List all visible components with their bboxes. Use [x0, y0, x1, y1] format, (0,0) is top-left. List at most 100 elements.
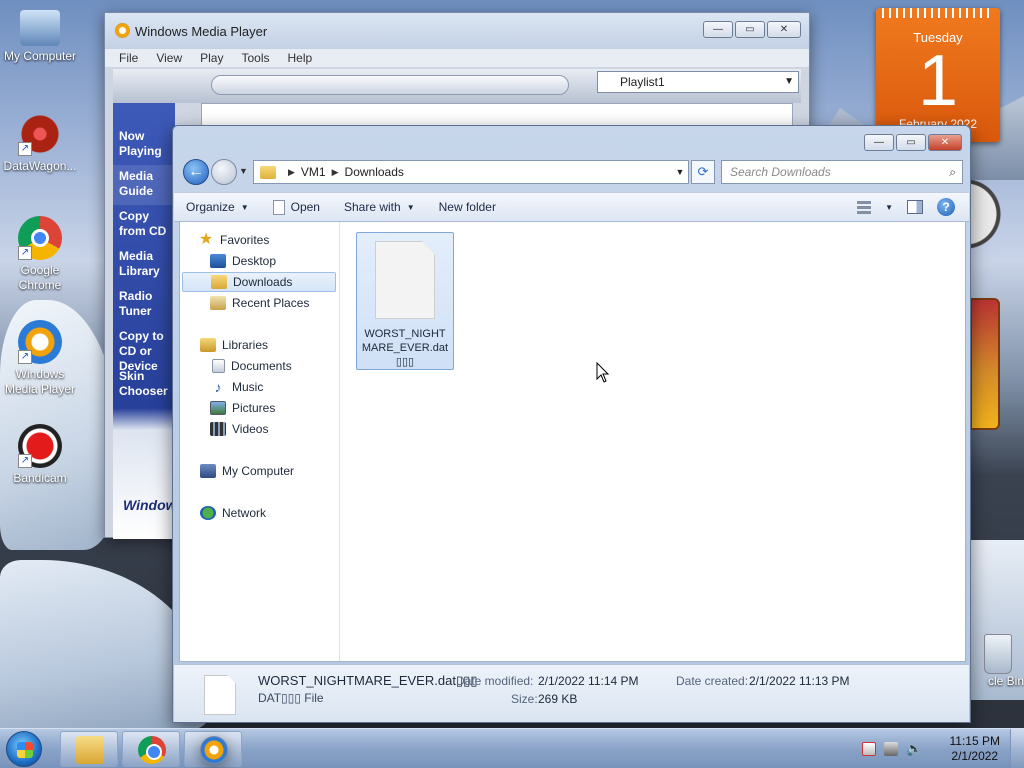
nav-label: Recent Places [232, 296, 310, 310]
change-view-icon[interactable] [857, 200, 872, 214]
desktop-icon-google-chrome[interactable]: ↗ Google Chrome [0, 216, 80, 293]
media-player-icon: ↗ [18, 320, 62, 364]
minimize-button[interactable]: — [703, 21, 733, 38]
taskbar-clock[interactable]: 11:15 PM 2/1/2022 [950, 734, 1000, 764]
recent-pages-dropdown[interactable]: ▼ [239, 166, 248, 176]
menu-tools[interactable]: Tools [241, 51, 269, 65]
nav-videos[interactable]: Videos [180, 419, 338, 439]
nav-pictures[interactable]: Pictures [180, 398, 338, 418]
explorer-window[interactable]: — ▭ ✕ ← ▼ ▶ VM1 ▶ Downloads ▼ ⟳ Search D… [172, 125, 971, 723]
nav-downloads[interactable]: Downloads [182, 272, 336, 292]
clock-gadget[interactable] [966, 170, 1006, 258]
menu-view[interactable]: View [156, 51, 182, 65]
forward-button[interactable] [211, 159, 237, 185]
wmp-titlebar[interactable]: Windows Media Player — ▭ ✕ [105, 13, 809, 49]
close-button[interactable]: ✕ [928, 134, 962, 151]
menu-file[interactable]: File [119, 51, 138, 65]
generic-file-icon [204, 675, 236, 715]
wmp-nav-radio-tuner[interactable]: Radio Tuner [113, 285, 175, 325]
nav-favorites[interactable]: ★ Favorites [198, 230, 338, 250]
maximize-button[interactable]: ▭ [896, 134, 926, 151]
generic-file-icon [375, 241, 435, 319]
nav-desktop[interactable]: Desktop [180, 251, 338, 271]
wmp-nav-media-library[interactable]: Media Library [113, 245, 175, 285]
refresh-button[interactable]: ⟳ [691, 160, 715, 184]
nav-label: Documents [231, 359, 292, 373]
videos-icon [210, 422, 226, 436]
wmp-nav-skin-chooser[interactable]: Skin Chooser [113, 365, 175, 405]
taskbar-chrome-button[interactable] [122, 731, 180, 767]
help-icon[interactable]: ? [937, 198, 955, 216]
back-button[interactable]: ← [183, 159, 209, 185]
calendar-gadget[interactable]: Tuesday 1 February 2022 [876, 8, 1000, 142]
desktop-icon-datawagon[interactable]: ↗ DataWagon... [0, 112, 80, 174]
desktop-icon-label: Bandicam [13, 471, 67, 485]
details-date-modified-label: Date modified: [456, 674, 534, 688]
chrome-icon [138, 736, 166, 764]
file-item[interactable]: WORST_NIGHTMARE_EVER.dat▯▯▯ [356, 232, 454, 370]
volume-icon[interactable]: 🔈 [906, 742, 922, 756]
close-button[interactable]: ✕ [767, 21, 801, 38]
open-button[interactable]: Open [261, 193, 332, 221]
desktop-icon-bandicam[interactable]: ↗ Bandicam [0, 424, 80, 486]
network-icon [200, 506, 216, 520]
breadcrumb-vm1[interactable]: VM1 [301, 165, 326, 179]
nav-music[interactable]: ♪ Music [180, 377, 338, 397]
start-button[interactable] [6, 731, 42, 767]
command-bar: Organize ▼ Open Share with ▼ New folder … [174, 192, 969, 222]
clock-date: 2/1/2022 [951, 749, 999, 763]
maximize-button[interactable]: ▭ [735, 21, 765, 38]
wmp-nav-copy-to-cd[interactable]: Copy to CD or Device [113, 325, 175, 373]
action-center-icon[interactable] [862, 742, 876, 756]
organize-button[interactable]: Organize ▼ [174, 193, 261, 221]
media-player-icon [200, 736, 228, 764]
playlist-dropdown[interactable]: Playlist1 ▼ [597, 71, 799, 93]
search-placeholder: Search Downloads [730, 165, 831, 179]
taskbar-explorer-button[interactable] [60, 731, 118, 767]
chevron-down-icon[interactable]: ▼ [885, 203, 893, 212]
desktop-icon-windows-media-player[interactable]: ↗ Windows Media Player [0, 320, 80, 397]
search-input[interactable]: Search Downloads ⌕ [721, 160, 963, 184]
desktop-icon-recycle-bin[interactable]: cle Bin [962, 634, 1024, 688]
media-gadget[interactable] [970, 298, 1000, 430]
nav-documents[interactable]: Documents [180, 356, 338, 376]
nav-label: Desktop [232, 254, 277, 268]
desktop-icon-label: My Computer [3, 49, 77, 63]
nav-recent-places[interactable]: Recent Places [180, 293, 338, 313]
shortcut-arrow-icon: ↗ [18, 142, 32, 156]
chrome-icon: ↗ [18, 216, 62, 260]
breadcrumb-arrow-icon[interactable]: ▶ [288, 167, 295, 178]
share-with-button[interactable]: Share with ▼ [332, 193, 427, 221]
new-folder-button[interactable]: New folder [427, 193, 508, 221]
minimize-button[interactable]: — [864, 134, 894, 151]
breadcrumb-arrow-icon[interactable]: ▶ [332, 167, 339, 178]
new-folder-label: New folder [438, 200, 496, 214]
breadcrumb-downloads[interactable]: Downloads [345, 165, 404, 179]
details-date-created: 2/1/2022 11:13 PM [749, 674, 850, 688]
wmp-nav-copy-from-cd[interactable]: Copy from CD [113, 205, 175, 245]
search-icon[interactable]: ⌕ [949, 161, 956, 183]
nav-label: Downloads [233, 275, 293, 289]
wmp-nav-media-guide[interactable]: Media Guide [113, 165, 175, 205]
menu-play[interactable]: Play [200, 51, 223, 65]
nav-libraries[interactable]: Libraries [180, 335, 338, 355]
wmp-sidebar: Now Playing Media Guide Copy from CD Med… [113, 103, 175, 539]
network-status-icon[interactable] [884, 742, 898, 756]
desktop-icon-my-computer[interactable]: My Computer [0, 10, 80, 64]
address-bar[interactable]: ▶ VM1 ▶ Downloads ▼ [253, 160, 689, 184]
nav-label: Music [232, 380, 264, 394]
open-label: Open [290, 200, 320, 214]
nav-my-computer[interactable]: My Computer [180, 461, 338, 481]
organize-label: Organize [186, 200, 235, 214]
libraries-icon [200, 338, 216, 352]
chevron-down-icon[interactable]: ▼ [672, 167, 688, 177]
wmp-nav-now-playing[interactable]: Now Playing [113, 125, 175, 165]
wmp-seek-bar[interactable] [211, 75, 569, 95]
show-desktop-button[interactable] [1010, 729, 1024, 768]
taskbar-media-player-button[interactable] [184, 731, 242, 767]
details-date-modified: 2/1/2022 11:14 PM [538, 674, 639, 688]
preview-pane-icon[interactable] [907, 200, 923, 214]
nav-label: Libraries [222, 338, 269, 352]
nav-network[interactable]: Network [180, 503, 338, 523]
menu-help[interactable]: Help [288, 51, 313, 65]
